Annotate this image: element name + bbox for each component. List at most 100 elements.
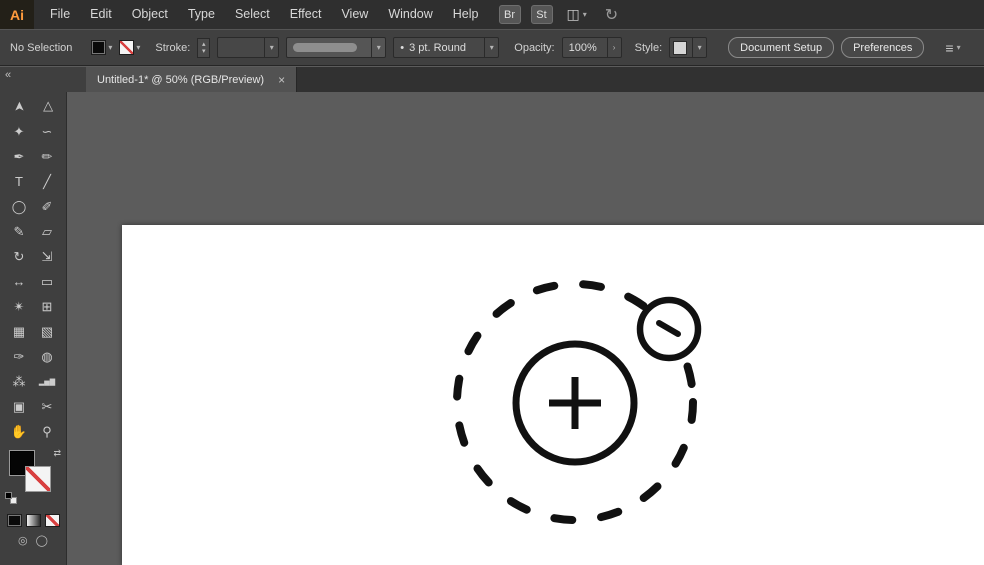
collapse-panels-icon[interactable]: « <box>5 69 11 81</box>
chevron-down-icon: ▾ <box>136 43 141 52</box>
graphic-style-combo[interactable]: ▾ <box>669 37 708 58</box>
ellipse-tool[interactable]: ◯ <box>5 194 33 219</box>
chevron-down-icon[interactable]: ▾ <box>484 38 498 57</box>
preferences-button[interactable]: Preferences <box>841 37 925 58</box>
pen-tool[interactable]: ✒ <box>5 144 33 169</box>
color-gradient-none-row <box>6 514 60 527</box>
align-options[interactable]: ≡ ▾ <box>945 40 960 56</box>
workspace-layout-icon: ◫ <box>566 6 580 22</box>
slice-tool[interactable]: ✂ <box>33 394 61 419</box>
line-segment-tool[interactable]: ╱ <box>33 169 61 194</box>
default-fill-stroke-icon[interactable] <box>5 492 17 504</box>
stroke-weight-combo[interactable]: ▾ <box>217 37 280 58</box>
width-profile-preview-wrap <box>287 43 371 52</box>
align-icon: ≡ <box>945 39 954 56</box>
chevron-down-icon[interactable]: ▾ <box>371 38 385 57</box>
sync-status-icon[interactable]: ↻ <box>605 5 618 25</box>
opacity-value: 100% <box>568 41 597 54</box>
stepper-up-icon[interactable]: ▴ <box>202 41 206 48</box>
document-setup-button[interactable]: Document Setup <box>728 37 835 58</box>
variable-width-profile-combo[interactable]: ▾ <box>286 37 387 58</box>
opacity-combo[interactable]: 100% › <box>561 37 622 58</box>
selection-status: No Selection <box>10 41 73 54</box>
tools-grid: ➤ ▷ ✦ ∽ ✒ ✏ T ╱ ◯ ✐ ✎ ▱ ↻ ⇲ ↔ ▭ ✴ ⊞ ▦ ▧ ✑ ◍ ⁂ ▂▅▇ ▣ ✂ ✋ ⚲ <box>5 94 61 444</box>
color-mode-button[interactable] <box>6 514 22 527</box>
symbol-sprayer-tool[interactable]: ⁂ <box>5 369 33 394</box>
draw-behind-mode-icon[interactable]: ◯ <box>36 534 48 547</box>
panel-collapse-zone: « <box>0 67 86 92</box>
document-tab-strip: « Untitled-1* @ 50% (RGB/Preview) × <box>0 67 984 92</box>
eyedropper-tool[interactable]: ✑ <box>5 344 33 369</box>
illustrator-logo-icon: Ai <box>0 0 34 29</box>
perspective-grid-tool[interactable]: ⊞ <box>33 294 61 319</box>
rotate-tool[interactable]: ↻ <box>5 244 33 269</box>
pencil-tool[interactable]: ✎ <box>5 219 33 244</box>
shape-builder-tool[interactable]: ✴ <box>5 294 33 319</box>
fill-color-swatch[interactable] <box>91 40 107 55</box>
hand-tool[interactable]: ✋ <box>5 419 33 444</box>
curvature-tool[interactable]: ✏ <box>33 144 61 169</box>
brush-name: 3 pt. Round <box>409 41 466 54</box>
width-tool[interactable]: ↔ <box>5 269 33 294</box>
artboard-tool[interactable]: ▣ <box>5 394 33 419</box>
free-transform-tool[interactable]: ▭ <box>33 269 61 294</box>
close-icon[interactable]: × <box>278 73 285 87</box>
menu-type[interactable]: Type <box>178 0 225 29</box>
chevron-down-icon[interactable]: ▾ <box>264 38 278 57</box>
opacity-label: Opacity: <box>514 41 555 54</box>
graphic-style-swatch <box>673 40 688 55</box>
style-swatch-wrap <box>670 40 692 55</box>
paintbrush-tool[interactable]: ✐ <box>33 194 61 219</box>
chevron-down-icon[interactable]: ▾ <box>692 38 706 57</box>
bridge-button[interactable]: Br <box>498 5 521 24</box>
workspace-switcher[interactable]: ◫ ▾ <box>567 6 587 23</box>
draw-normal-mode-icon[interactable]: ◎ <box>18 534 28 547</box>
brush-definition-combo[interactable]: • 3 pt. Round ▾ <box>393 37 500 58</box>
zoom-tool[interactable]: ⚲ <box>33 419 61 444</box>
menu-list: File Edit Object Type Select Effect View Window… <box>40 0 489 29</box>
menu-help[interactable]: Help <box>443 0 489 29</box>
gradient-mode-button[interactable] <box>25 514 41 527</box>
gradient-tool[interactable]: ▧ <box>33 319 61 344</box>
type-tool[interactable]: T <box>5 169 33 194</box>
default-black-swatch <box>5 492 12 499</box>
selection-tool[interactable]: ➤ <box>7 93 32 121</box>
opacity-panel-arrow-icon[interactable]: › <box>606 38 621 57</box>
stroke-color-control[interactable]: ▾ <box>119 40 140 55</box>
artwork-atom-icon <box>453 280 702 524</box>
blend-tool[interactable]: ◍ <box>33 344 61 369</box>
draw-modes-row: ◎ ◯ <box>18 534 48 547</box>
menu-object[interactable]: Object <box>122 0 178 29</box>
uniform-profile-preview <box>293 43 358 52</box>
direct-selection-tool[interactable]: ▷ <box>35 93 60 121</box>
chevron-down-icon: ▾ <box>108 43 113 52</box>
stroke-label: Stroke: <box>155 41 191 54</box>
fill-color-control[interactable]: ▾ <box>91 40 112 55</box>
stepper-down-icon[interactable]: ▾ <box>202 48 206 55</box>
menu-select[interactable]: Select <box>225 0 280 29</box>
menu-view[interactable]: View <box>331 0 378 29</box>
column-graph-tool[interactable]: ▂▅▇ <box>33 369 61 394</box>
menu-edit[interactable]: Edit <box>80 0 122 29</box>
document-tab[interactable]: Untitled-1* @ 50% (RGB/Preview) × <box>86 67 298 92</box>
swap-fill-stroke-icon[interactable]: ⇄ <box>53 448 61 459</box>
stroke-weight-stepper[interactable]: ▴ ▾ <box>197 37 211 58</box>
document-tab-title: Untitled-1* @ 50% (RGB/Preview) <box>97 73 265 86</box>
none-mode-button[interactable] <box>44 514 60 527</box>
stroke-indicator-swatch[interactable] <box>25 466 51 492</box>
artboard[interactable] <box>122 225 984 565</box>
brush-preview-dot: • <box>400 41 405 54</box>
style-label: Style: <box>634 41 663 54</box>
chevron-down-icon: ▾ <box>956 43 961 52</box>
menu-effect[interactable]: Effect <box>280 0 332 29</box>
magic-wand-tool[interactable]: ✦ <box>5 119 33 144</box>
stroke-color-swatch[interactable] <box>119 40 135 55</box>
canvas-pasteboard[interactable] <box>67 92 984 565</box>
stock-button[interactable]: St <box>530 5 553 24</box>
lasso-tool[interactable]: ∽ <box>33 119 61 144</box>
menu-file[interactable]: File <box>40 0 80 29</box>
scale-tool[interactable]: ⇲ <box>33 244 61 269</box>
eraser-tool[interactable]: ▱ <box>33 219 61 244</box>
mesh-tool[interactable]: ▦ <box>5 319 33 344</box>
menu-window[interactable]: Window <box>378 0 442 29</box>
